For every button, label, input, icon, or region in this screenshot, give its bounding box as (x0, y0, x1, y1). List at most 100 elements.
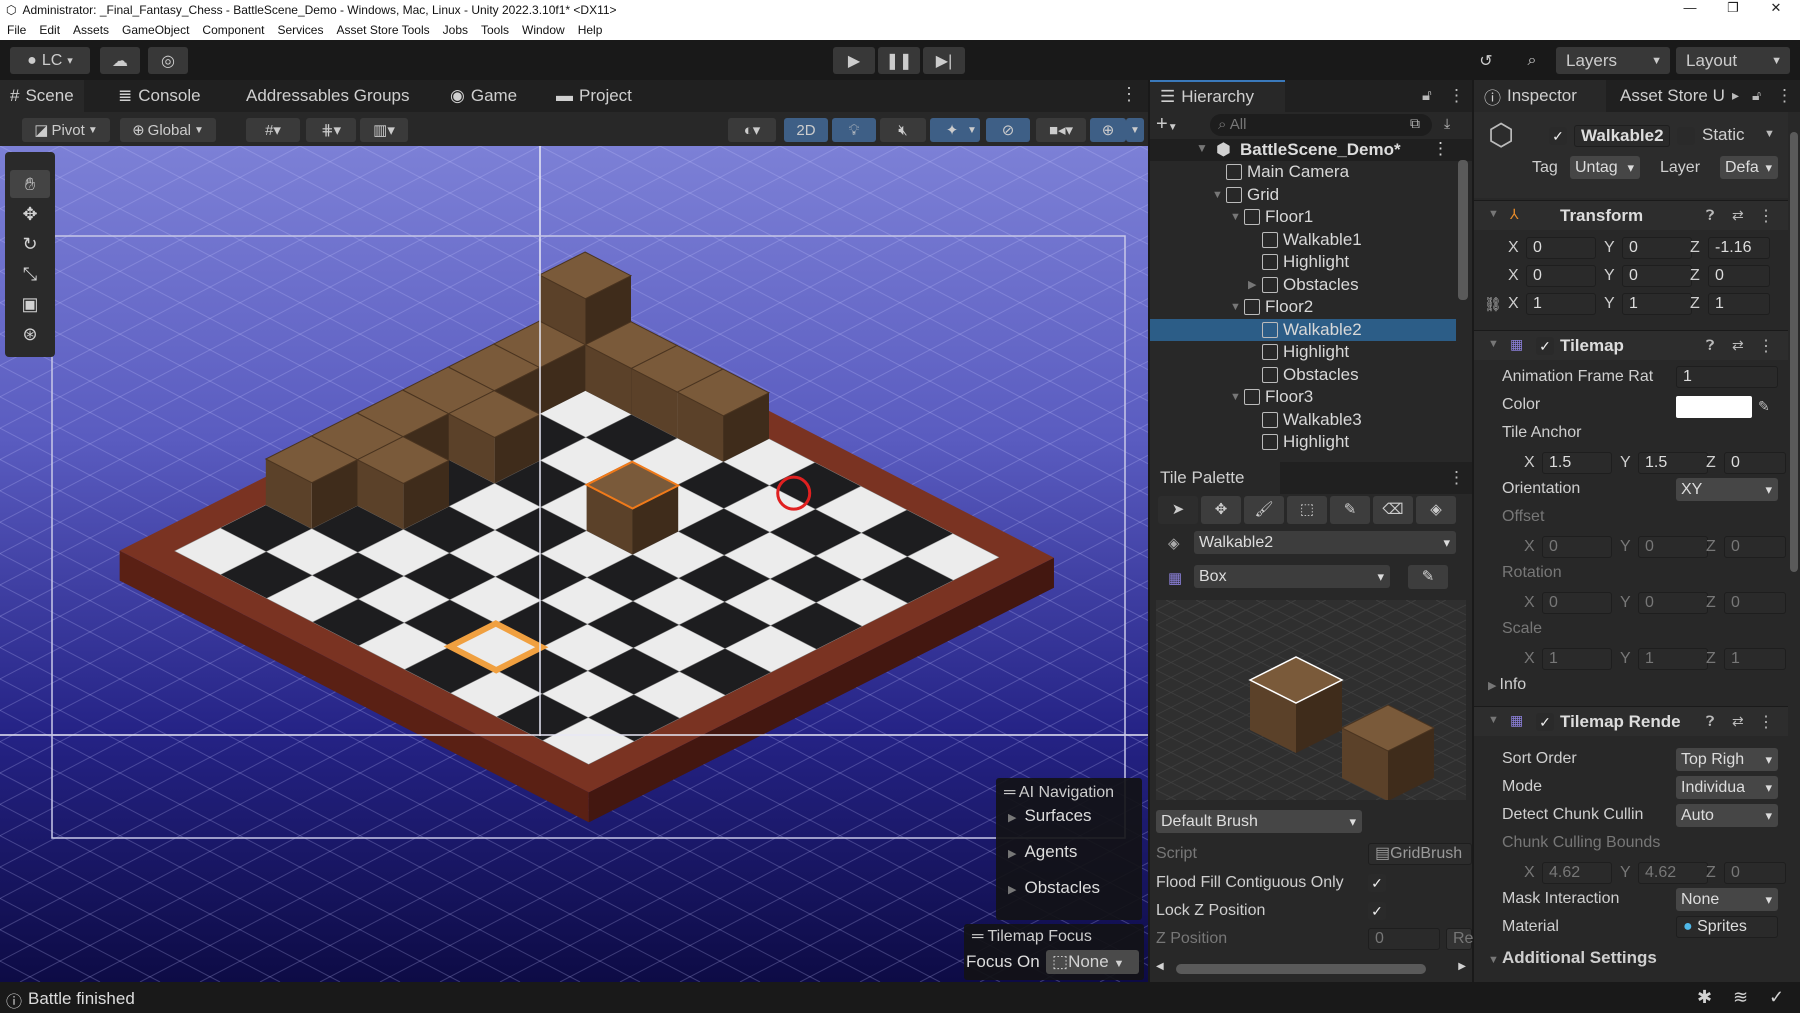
menu-jobs[interactable]: Jobs (443, 23, 468, 37)
position-z-field[interactable]: -1.16 (1708, 237, 1770, 259)
paint-tool[interactable]: 🖌︎ (1244, 496, 1284, 524)
menu-window[interactable]: Window (522, 23, 565, 37)
search-button[interactable]: ⌕ (1514, 47, 1550, 74)
expand-arrow-icon[interactable]: ▼ (1230, 211, 1244, 223)
flood-fill-checkbox[interactable]: ✓ (1368, 874, 1386, 892)
hierarchy-item[interactable]: ▼ Floor2 (1150, 296, 1450, 318)
animation-frame-rate-field[interactable]: 1 (1676, 366, 1778, 388)
focus-on-dropdown[interactable]: ⬚None ▼ (1046, 950, 1139, 974)
info-foldout[interactable]: ▶ Info (1488, 676, 1526, 694)
grid-snap-button[interactable]: #▾ (246, 118, 300, 142)
tab-overflow-icon[interactable]: ▸ (1732, 87, 1739, 104)
hierarchy-item[interactable]: Highlight (1150, 341, 1450, 363)
rotation-y-field[interactable]: 0 (1622, 265, 1692, 287)
menu-edit[interactable]: Edit (39, 23, 60, 37)
menu-tools[interactable]: Tools (481, 23, 509, 37)
hierarchy-scrollbar[interactable] (1458, 142, 1468, 462)
effects-dropdown[interactable]: ▼ (964, 118, 980, 142)
sort-icon[interactable]: ⤓ (1444, 115, 1450, 132)
rotation-x-field[interactable]: 0 (1526, 265, 1596, 287)
tile-scale-x-field[interactable]: 1 (1542, 648, 1612, 670)
increment-snap-button[interactable]: ⋕▾ (306, 118, 356, 142)
color-swatch[interactable] (1676, 396, 1752, 418)
ai-nav-surfaces[interactable]: ▶ Surfaces (1008, 806, 1092, 826)
hierarchy-item[interactable]: ▼ Grid (1150, 184, 1450, 206)
scene-viewport[interactable]: ✋︎ ✥ ↻ ⤡ ▣ ⊛ ═ AI Navigation ▶ Surfaces ▶ A… (0, 146, 1148, 982)
grid-visibility-button[interactable]: ▥▾ (360, 118, 408, 142)
presets-icon[interactable]: ⇄ (1732, 337, 1744, 354)
hierarchy-item[interactable]: Walkable2 (1150, 318, 1456, 341)
material-field[interactable]: ● Sprites (1676, 916, 1778, 938)
lock-icon[interactable]: 🔓︎ (1422, 87, 1432, 104)
mask-interaction-dropdown[interactable]: None (1676, 888, 1778, 911)
hand-tool[interactable]: ✋︎ (10, 170, 50, 198)
tile-anchor-x-field[interactable]: 1.5 (1542, 452, 1612, 474)
offset-z-field[interactable]: 0 (1724, 536, 1786, 558)
tab-inspector[interactable]: ⓘ Inspector (1474, 80, 1606, 112)
check-icon[interactable]: ✓ (1769, 987, 1784, 1008)
transform-header[interactable]: ▼ ⅄ Transform ❓︎ ⇄ ⋮ (1474, 200, 1788, 230)
constrain-proportions-icon[interactable]: ⛓ (1484, 296, 1502, 313)
menu-gameobject[interactable]: GameObject (122, 23, 189, 37)
hierarchy-item[interactable]: ▼ Floor1 (1150, 206, 1450, 228)
camera-dropdown[interactable]: ■◂▾ (1036, 118, 1086, 142)
hierarchy-item[interactable]: Highlight (1150, 251, 1450, 273)
menu-asset-store-tools[interactable]: Asset Store Tools (336, 23, 429, 37)
audio-toggle[interactable]: 🔇︎ (880, 118, 926, 142)
bounds-y-field[interactable]: 4.62 (1638, 862, 1708, 884)
help-icon[interactable]: ❓︎ (1706, 207, 1714, 224)
hierarchy-item[interactable]: ▶ Obstacles (1150, 274, 1450, 296)
tile-scale-y-field[interactable]: 1 (1638, 648, 1708, 670)
tab-tile-palette[interactable]: Tile Palette (1150, 462, 1280, 494)
move-tool[interactable]: ✥ (1201, 496, 1241, 524)
scene-more-icon[interactable]: ⋮ (1120, 84, 1138, 105)
hierarchy-item[interactable]: Walkable1 (1150, 229, 1450, 251)
global-dropdown[interactable]: ⊕ Global ▼ (120, 118, 216, 142)
menu-help[interactable]: Help (578, 23, 603, 37)
tab-console[interactable]: ≣ Console (108, 80, 211, 112)
hierarchy-item[interactable]: Highlight (1150, 431, 1450, 453)
ai-nav-obstacles[interactable]: ▶ Obstacles (1008, 878, 1100, 898)
orientation-dropdown[interactable]: XY (1676, 478, 1778, 501)
help-icon[interactable]: ❓︎ (1706, 337, 1714, 354)
step-button[interactable]: ▶| (923, 47, 965, 74)
play-button[interactable]: ▶ (833, 47, 875, 74)
erase-tool[interactable]: ⌫ (1373, 496, 1413, 524)
expand-arrow-icon[interactable]: ▼ (1212, 189, 1226, 201)
scene-canvas[interactable] (0, 146, 1148, 982)
tilemap-enabled-checkbox[interactable]: ✓ (1536, 337, 1554, 355)
static-checkbox[interactable] (1677, 127, 1695, 145)
scale-tool[interactable]: ⤡ (10, 260, 50, 288)
2d-toggle[interactable]: 2D (784, 118, 828, 142)
gizmos-toggle[interactable]: ⊕ (1090, 118, 1126, 142)
component-menu-icon[interactable]: ⋮ (1758, 206, 1774, 226)
component-menu-icon[interactable]: ⋮ (1758, 712, 1774, 732)
more-icon[interactable]: ⋮ (1448, 86, 1465, 106)
hierarchy-item[interactable]: Obstacles (1150, 364, 1450, 386)
close-button[interactable]: ✕ (1756, 0, 1796, 20)
lock-z-checkbox[interactable]: ✓ (1368, 902, 1386, 920)
component-menu-icon[interactable]: ⋮ (1758, 336, 1774, 356)
menu-services[interactable]: Services (277, 23, 323, 37)
pivot-dropdown[interactable]: ◪ Pivot ▼ (22, 118, 110, 142)
tile-scale-z-field[interactable]: 1 (1724, 648, 1786, 670)
sort-order-dropdown[interactable]: Top Righ (1676, 748, 1778, 771)
layer-dropdown[interactable]: Defa (1720, 156, 1778, 179)
offset-y-field[interactable]: 0 (1638, 536, 1708, 558)
tile-anchor-y-field[interactable]: 1.5 (1638, 452, 1708, 474)
palette-preview[interactable] (1156, 600, 1466, 800)
offset-x-field[interactable]: 0 (1542, 536, 1612, 558)
tile-rotation-x-field[interactable]: 0 (1542, 592, 1612, 614)
menu-assets[interactable]: Assets (73, 23, 109, 37)
scale-x-field[interactable]: 1 (1526, 293, 1596, 315)
tile-rotation-y-field[interactable]: 0 (1638, 592, 1708, 614)
tab-addressables-groups[interactable]: Addressables Groups (236, 80, 419, 112)
layers-dropdown[interactable]: Layers ▼ (1556, 47, 1670, 74)
tag-dropdown[interactable]: Untag (1570, 156, 1640, 179)
expand-arrow-icon[interactable]: ▼ (1230, 301, 1244, 313)
menu-file[interactable]: File (7, 23, 26, 37)
expand-arrow-icon[interactable]: ▶ (1248, 278, 1262, 291)
active-tilemap-dropdown[interactable]: Walkable2 (1194, 531, 1456, 554)
presets-icon[interactable]: ⇄ (1732, 207, 1744, 224)
shading-mode-button[interactable]: ◐▾ (728, 118, 776, 142)
